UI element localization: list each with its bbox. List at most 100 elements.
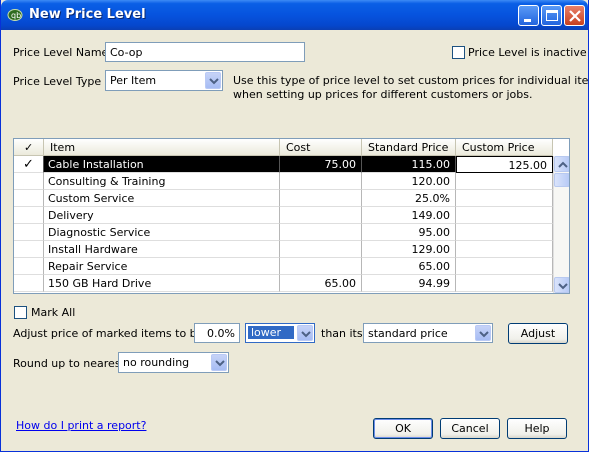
header-standard-price[interactable]: Standard Price (362, 139, 456, 156)
table-row[interactable]: Install Hardware 129.00 (14, 241, 553, 258)
row-item[interactable]: Repair Service (44, 258, 280, 275)
price-level-name-label: Price Level Name (13, 46, 109, 59)
mark-all-label[interactable]: Mark All (31, 306, 75, 319)
row-item[interactable]: Cable Installation (44, 156, 280, 173)
row-custom-price[interactable] (456, 241, 553, 258)
adjust-basis-dropdown[interactable]: standard price (363, 323, 493, 343)
adjust-button[interactable]: Adjust (508, 323, 568, 344)
title-bar[interactable]: qb New Price Level (1, 0, 588, 30)
row-item[interactable]: Diagnostic Service (44, 224, 280, 241)
cancel-button[interactable]: Cancel (440, 418, 500, 439)
chevron-up-icon (558, 161, 568, 168)
ok-button[interactable]: OK (373, 418, 433, 439)
row-custom-price[interactable] (456, 190, 553, 207)
row-standard-price[interactable]: 149.00 (362, 207, 456, 224)
row-standard-price[interactable]: 129.00 (362, 241, 456, 258)
row-standard-price[interactable]: 25.0% (362, 190, 456, 207)
row-cost[interactable]: 65.00 (280, 275, 362, 292)
price-level-type-description-line1: Use this type of price level to set cust… (233, 74, 589, 87)
row-custom-price-field[interactable]: 125.00 (456, 156, 553, 173)
chevron-down-icon (479, 331, 489, 338)
table-scrollbar[interactable] (553, 156, 569, 293)
svg-text:qb: qb (11, 11, 21, 20)
row-standard-price[interactable]: 65.00 (362, 258, 456, 275)
than-its-label: than its (321, 327, 363, 340)
chevron-down-icon (209, 78, 219, 85)
row-standard-price[interactable]: 120.00 (362, 173, 456, 190)
print-report-help-link[interactable]: How do I print a report? (16, 419, 146, 432)
row-item[interactable]: Delivery (44, 207, 280, 224)
row-custom-price[interactable] (456, 224, 553, 241)
row-cost[interactable] (280, 173, 362, 190)
price-level-type-description-line2: when setting up prices for different cus… (233, 88, 533, 101)
row-check-mark[interactable] (14, 190, 44, 207)
chevron-down-icon (215, 360, 225, 367)
table-row[interactable]: ✓ Cable Installation 75.00 115.00 125.00 (14, 156, 553, 173)
maximize-button[interactable] (541, 5, 562, 26)
header-item[interactable]: Item (44, 139, 280, 156)
row-check-mark[interactable]: ✓ (14, 156, 44, 173)
row-item[interactable]: Custom Service (44, 190, 280, 207)
close-button[interactable] (564, 5, 585, 26)
row-custom-price[interactable] (456, 207, 553, 224)
mark-all-checkbox[interactable] (14, 306, 27, 319)
table-row[interactable]: Repair Service 65.00 (14, 258, 553, 275)
price-level-type-dropdown[interactable]: Per Item (105, 70, 223, 91)
row-cost[interactable] (280, 258, 362, 275)
table-row[interactable]: Diagnostic Service 95.00 (14, 224, 553, 241)
row-item[interactable]: Install Hardware (44, 241, 280, 258)
help-button[interactable]: Help (507, 418, 567, 439)
price-level-inactive-checkbox[interactable] (452, 46, 465, 59)
row-cost[interactable] (280, 207, 362, 224)
dropdown-button[interactable] (475, 325, 491, 341)
header-cost[interactable]: Cost (280, 139, 362, 156)
new-price-level-window: qb New Price Level Price Level Name Co-o… (0, 0, 589, 452)
header-custom-price[interactable]: Custom Price (456, 139, 553, 156)
dropdown-button[interactable] (297, 325, 313, 341)
dropdown-button[interactable] (205, 72, 221, 89)
round-up-label: Round up to nearest (13, 357, 125, 370)
row-item[interactable]: Consulting & Training (44, 173, 280, 190)
adjust-percent-field[interactable]: 0.0% (194, 323, 240, 343)
table-row[interactable]: Consulting & Training 120.00 (14, 173, 553, 190)
adjust-direction-value: lower (248, 326, 294, 339)
row-standard-price[interactable]: 115.00 (362, 156, 456, 173)
scroll-up-button[interactable] (554, 156, 569, 172)
row-standard-price[interactable]: 94.99 (362, 275, 456, 292)
rounding-dropdown[interactable]: no rounding (118, 352, 229, 373)
close-icon (569, 10, 581, 22)
row-check-mark[interactable] (14, 275, 44, 292)
row-check-mark[interactable] (14, 258, 44, 275)
window-title: New Price Level (29, 7, 146, 22)
table-row[interactable]: Custom Service 25.0% (14, 190, 553, 207)
dropdown-button[interactable] (211, 354, 227, 371)
row-custom-price[interactable] (456, 275, 553, 292)
minimize-button[interactable] (518, 5, 539, 26)
row-cost[interactable] (280, 190, 362, 207)
scroll-thumb[interactable] (554, 173, 569, 187)
row-cost[interactable] (280, 224, 362, 241)
row-check-mark[interactable] (14, 241, 44, 258)
minimize-icon (524, 19, 531, 22)
row-item[interactable]: 150 GB Hard Drive (44, 275, 280, 292)
table-row[interactable]: Delivery 149.00 (14, 207, 553, 224)
row-cost[interactable]: 75.00 (280, 156, 362, 173)
price-level-type-label: Price Level Type (13, 75, 102, 88)
row-check-mark[interactable] (14, 173, 44, 190)
maximize-icon (546, 10, 558, 21)
row-standard-price[interactable]: 95.00 (362, 224, 456, 241)
chevron-down-icon (558, 283, 568, 290)
price-level-type-value: Per Item (110, 74, 157, 87)
price-level-inactive-label[interactable]: Price Level is inactive (468, 46, 587, 59)
row-custom-price[interactable] (456, 258, 553, 275)
row-check-mark[interactable] (14, 224, 44, 241)
header-check[interactable]: ✓ (14, 139, 44, 156)
row-custom-price[interactable] (456, 173, 553, 190)
items-table[interactable]: ✓ Item Cost Standard Price Custom Price … (13, 138, 570, 294)
table-row[interactable]: 150 GB Hard Drive 65.00 94.99 (14, 275, 553, 292)
row-check-mark[interactable] (14, 207, 44, 224)
scroll-down-button[interactable] (554, 277, 569, 293)
row-cost[interactable] (280, 241, 362, 258)
adjust-direction-dropdown[interactable]: lower (245, 323, 315, 343)
price-level-name-field[interactable]: Co-op (105, 42, 305, 62)
